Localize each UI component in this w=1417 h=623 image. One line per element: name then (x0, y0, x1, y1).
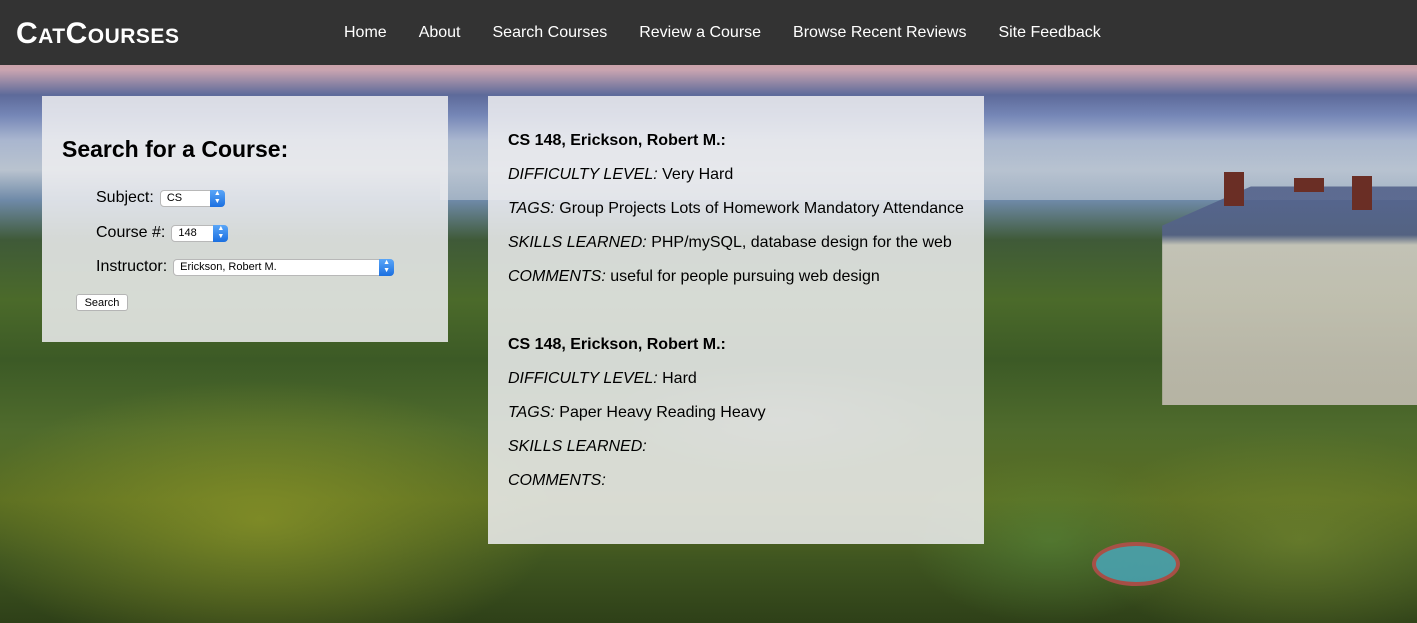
review-heading: CS 148, Erickson, Robert M.: (508, 132, 726, 149)
skills-value: PHP/mySQL, database design for the web (651, 234, 952, 251)
comments-value: useful for people pursuing web design (610, 268, 880, 285)
instructor-select-value: Erickson, Robert M. (180, 261, 277, 273)
review-difficulty: DIFFICULTY LEVEL: Very Hard (508, 166, 733, 184)
select-arrows-icon: ▲ ▼ (209, 189, 225, 207)
tags-value: Paper Heavy Reading Heavy (559, 404, 766, 421)
nav-about[interactable]: About (403, 24, 477, 42)
comments-key: COMMENTS: (508, 472, 606, 489)
nav-links: Home About Search Courses Review a Cours… (328, 0, 1117, 65)
top-navbar: CatCourses Home About Search Courses Rev… (0, 0, 1417, 65)
results-panel: CS 148, Erickson, Robert M.: DIFFICULTY … (488, 96, 984, 544)
instructor-row: Instructor: Erickson, Robert M. ▲ ▼ (96, 258, 395, 276)
subject-label: Subject: (96, 189, 154, 206)
background-chimney (1224, 172, 1244, 206)
course-select[interactable]: 148 ▲ ▼ (171, 224, 229, 242)
review-tags: TAGS: Group Projects Lots of Homework Ma… (508, 200, 964, 218)
select-arrows-icon: ▲ ▼ (379, 258, 395, 276)
tags-key: TAGS: (508, 200, 555, 217)
subject-select-value: CS (166, 192, 183, 204)
review-skills: SKILLS LEARNED: (508, 438, 647, 456)
search-panel: Search for a Course: Subject: CS ▲ ▼ Cour… (42, 96, 448, 342)
course-label: Course #: (96, 224, 166, 241)
difficulty-value: Very Hard (662, 166, 734, 183)
instructor-select[interactable]: Erickson, Robert M. ▲ ▼ (173, 258, 395, 276)
review-skills: SKILLS LEARNED: PHP/mySQL, database desi… (508, 234, 952, 252)
course-select-value: 148 (178, 227, 197, 239)
nav-browse-recent-reviews[interactable]: Browse Recent Reviews (777, 24, 982, 42)
nav-review-a-course[interactable]: Review a Course (623, 24, 777, 42)
skills-key: SKILLS LEARNED: (508, 438, 647, 455)
background-chimney (1294, 178, 1324, 192)
tags-value: Group Projects Lots of Homework Mandator… (559, 200, 964, 217)
nav-site-feedback[interactable]: Site Feedback (982, 24, 1116, 42)
review-comments: COMMENTS: useful for people pursuing web… (508, 268, 880, 286)
skills-key: SKILLS LEARNED: (508, 234, 647, 251)
search-title: Search for a Course: (62, 136, 289, 162)
difficulty-key: DIFFICULTY LEVEL: (508, 166, 658, 183)
subject-row: Subject: CS ▲ ▼ (96, 189, 225, 207)
difficulty-value: Hard (662, 370, 697, 387)
course-row: Course #: 148 ▲ ▼ (96, 224, 229, 242)
difficulty-key: DIFFICULTY LEVEL: (508, 370, 658, 387)
site-logo[interactable]: CatCourses (16, 16, 179, 52)
instructor-label: Instructor: (96, 258, 168, 275)
review-difficulty: DIFFICULTY LEVEL: Hard (508, 370, 697, 388)
review-tags: TAGS: Paper Heavy Reading Heavy (508, 404, 766, 422)
subject-select[interactable]: CS ▲ ▼ (159, 189, 225, 207)
comments-key: COMMENTS: (508, 268, 606, 285)
review-heading: CS 148, Erickson, Robert M.: (508, 336, 726, 353)
nav-search-courses[interactable]: Search Courses (477, 24, 624, 42)
background-chimney (1352, 176, 1372, 210)
background-fountain (1092, 542, 1180, 586)
review-comments: COMMENTS: (508, 472, 606, 490)
background-building (1162, 186, 1417, 405)
search-button[interactable]: Search (76, 294, 128, 311)
tags-key: TAGS: (508, 404, 555, 421)
nav-home[interactable]: Home (328, 24, 403, 42)
select-arrows-icon: ▲ ▼ (213, 224, 229, 242)
